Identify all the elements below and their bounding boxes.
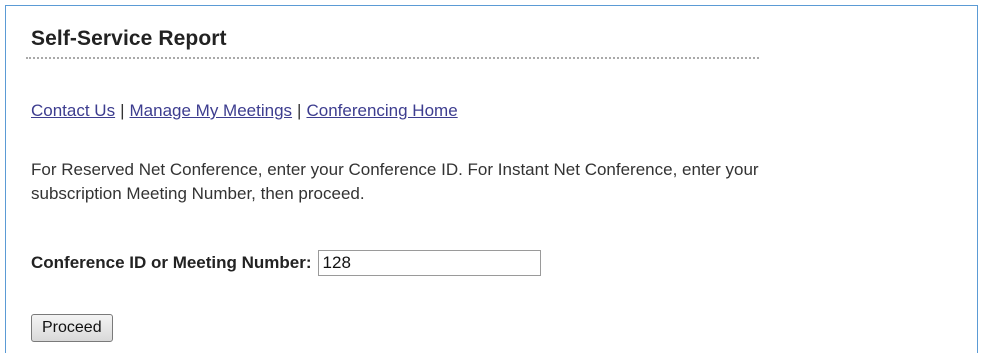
instructions-line-1: For Reserved Net Conference, enter your … bbox=[31, 160, 759, 179]
nav-links: Contact Us | Manage My Meetings | Conferenci… bbox=[31, 101, 458, 121]
conferencing-home-link[interactable]: Conferencing Home bbox=[306, 101, 457, 120]
instructions-line-2: subscription Meeting Number, then procee… bbox=[31, 184, 365, 203]
link-separator: | bbox=[120, 101, 125, 120]
link-separator: | bbox=[297, 101, 302, 120]
instructions-text: For Reserved Net Conference, enter your … bbox=[31, 158, 981, 206]
conference-id-label: Conference ID or Meeting Number: bbox=[31, 253, 312, 272]
report-panel: Self-Service Report Contact Us | Manage My… bbox=[5, 5, 978, 353]
contact-us-link[interactable]: Contact Us bbox=[31, 101, 115, 120]
conference-id-input[interactable] bbox=[317, 250, 541, 276]
conference-id-row: Conference ID or Meeting Number: bbox=[31, 250, 541, 276]
page-title: Self-Service Report bbox=[31, 27, 227, 50]
title-divider bbox=[26, 57, 759, 59]
proceed-button[interactable]: Proceed bbox=[31, 314, 113, 342]
manage-my-meetings-link[interactable]: Manage My Meetings bbox=[130, 101, 293, 120]
